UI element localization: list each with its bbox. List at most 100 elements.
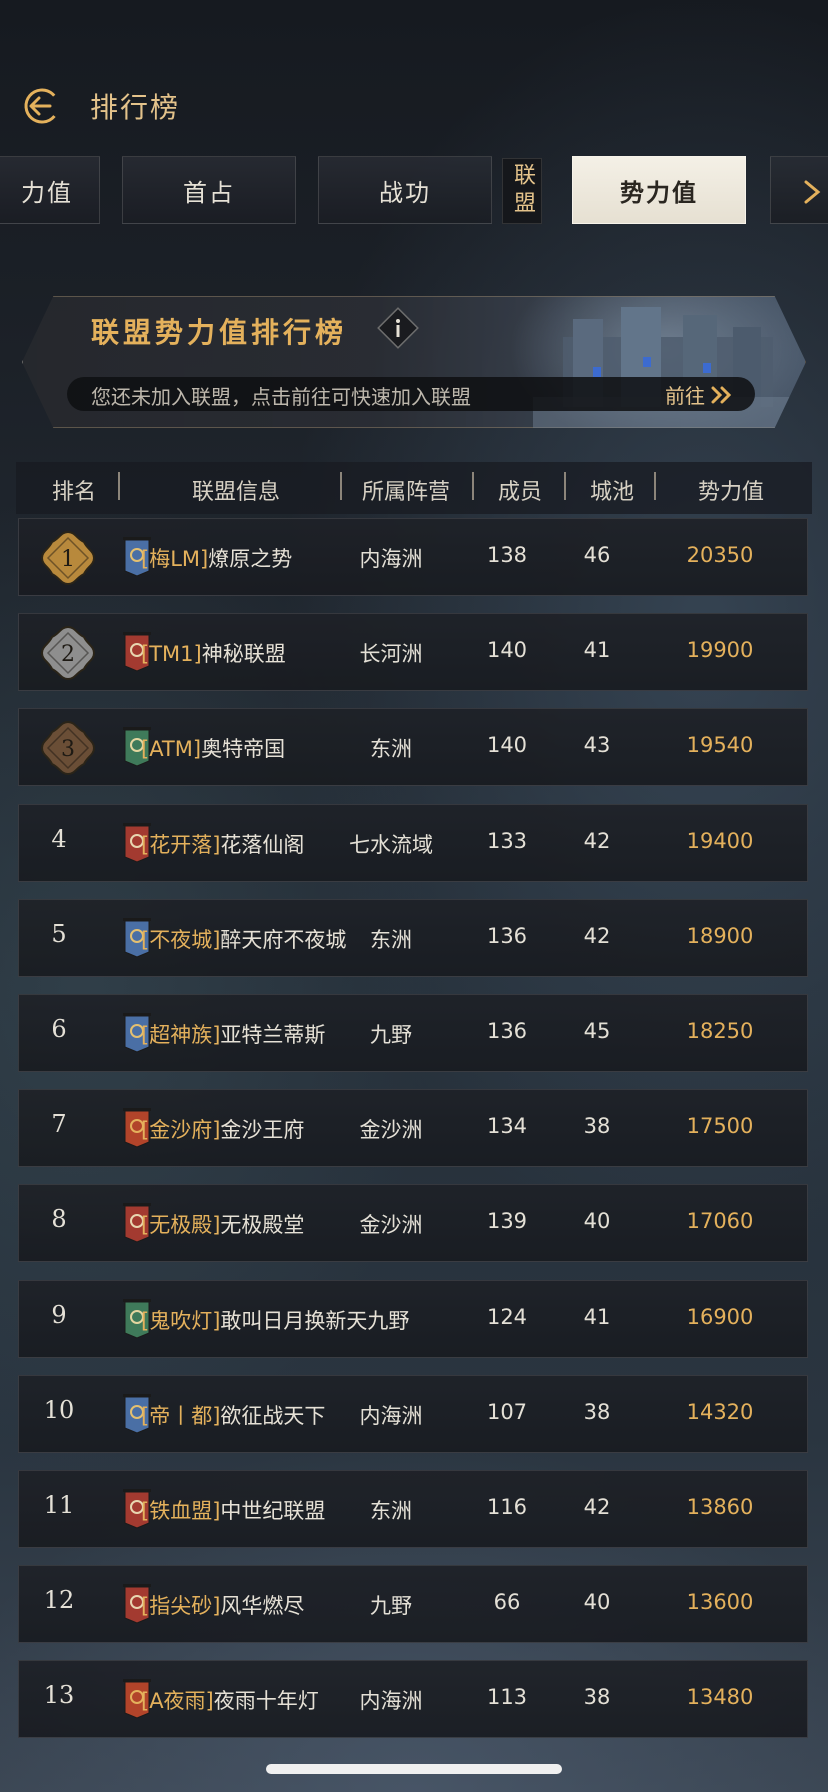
column-header-power: 势力值 <box>697 480 764 505</box>
alliance-tag: [梅LM] <box>141 547 209 571</box>
table-row[interactable]: 9 [鬼吹灯]敢叫日月换新天九野 124 41 16900 <box>18 1279 808 1358</box>
alliance-name: [ATM]奥特帝国 <box>141 733 285 763</box>
cities-cell: 45 <box>583 1019 611 1043</box>
alliance-name: [梅LM]燎原之势 <box>141 543 292 573</box>
alliance-title: 敢叫日月换新天九野 <box>220 1308 410 1333</box>
alliance-tag: [铁血盟] <box>141 1499 221 1523</box>
members-cell: 113 <box>486 1685 528 1710</box>
table-row[interactable]: 3 [ATM]奥特帝国 东洲 140 43 19540 <box>18 708 808 787</box>
alliance-title: 醉天府不夜城 <box>220 927 347 952</box>
power-cell: 18900 <box>686 923 754 948</box>
tab-power[interactable]: 势力值 <box>572 156 746 224</box>
column-divider <box>564 472 566 500</box>
column-header-rank: 排名 <box>51 480 96 505</box>
rank-number: 7 <box>51 1110 67 1139</box>
camp-cell: 内海洲 <box>359 1689 423 1714</box>
alliance-title: 夜雨十年灯 <box>213 1689 319 1714</box>
alliance-name: [无极殿]无极殿堂 <box>141 1209 304 1239</box>
rank-number: 12 <box>43 1586 75 1615</box>
rank-number: 13 <box>43 1681 75 1710</box>
goto-button[interactable]: 前往 <box>665 380 735 409</box>
cities-cell: 40 <box>583 1209 611 1234</box>
rank-number: 11 <box>43 1491 75 1519</box>
tab-label: 力值 <box>21 178 73 207</box>
column-divider <box>654 472 656 500</box>
tab-alliance-group[interactable]: 联盟 <box>502 158 542 224</box>
table-row[interactable]: 13 [A夜雨]夜雨十年灯 内海洲 113 38 13480 <box>18 1660 808 1739</box>
camp-cell: 七水流域 <box>349 832 433 857</box>
table-row[interactable]: 7 [金沙府]金沙王府 金沙洲 134 38 17500 <box>18 1089 808 1168</box>
power-cell: 20350 <box>686 543 754 567</box>
rank-number: 3 <box>61 737 75 762</box>
members-cell: 66 <box>493 1590 521 1615</box>
tab-label: 联盟 <box>510 163 535 219</box>
table-row[interactable]: 6 [超神族]亚特兰蒂斯 九野 136 45 18250 <box>18 994 808 1072</box>
cities-cell: 42 <box>583 828 611 853</box>
rank-badge-icon: 1 <box>40 530 96 586</box>
table-row[interactable]: 4 [花开落]花落仙阁 七水流域 133 42 19400 <box>18 803 808 882</box>
cities-cell: 41 <box>583 1304 611 1329</box>
alliance-tag: [不夜城] <box>141 927 221 952</box>
column-header-cities: 城池 <box>589 480 634 505</box>
table-row[interactable]: 1 [梅LM]燎原之势 内海洲 138 46 20350 <box>18 518 808 596</box>
back-button[interactable] <box>20 84 64 128</box>
camp-cell: 内海洲 <box>359 547 423 571</box>
rank-number: 9 <box>51 1300 67 1329</box>
camp-cell: 东洲 <box>370 927 412 952</box>
members-cell: 134 <box>486 1114 528 1139</box>
members-cell: 136 <box>486 1019 528 1043</box>
join-notice-text: 您还未加入联盟，点击前往可快速加入联盟 <box>91 385 471 409</box>
alliance-name: [超神族]亚特兰蒂斯 <box>141 1019 325 1049</box>
rank-badge-icon: 2 <box>40 626 96 681</box>
members-cell: 139 <box>486 1209 528 1234</box>
cities-cell: 38 <box>583 1399 611 1424</box>
table-row[interactable]: 8 [无极殿]无极殿堂 金沙洲 139 40 17060 <box>18 1184 808 1263</box>
cities-cell: 42 <box>583 923 611 948</box>
cities-cell: 43 <box>583 733 611 758</box>
rank-number: 5 <box>51 919 67 948</box>
power-cell: 13480 <box>686 1685 754 1710</box>
alliance-tag: [ATM] <box>141 737 202 762</box>
table-row[interactable]: 11 [铁血盟]中世纪联盟 东洲 116 42 13860 <box>18 1470 808 1548</box>
double-chevron-right-icon <box>711 386 732 403</box>
banner-title: 联盟势力值排行榜 <box>91 316 348 349</box>
rank-number: 8 <box>51 1205 67 1234</box>
join-notice-bar: 您还未加入联盟，点击前往可快速加入联盟 前往 <box>67 377 755 411</box>
power-cell: 16900 <box>686 1304 754 1329</box>
column-divider <box>118 472 120 500</box>
alliance-name: [A夜雨]夜雨十年灯 <box>141 1685 319 1715</box>
camp-cell: 内海洲 <box>359 1403 423 1428</box>
members-cell: 140 <box>486 638 528 663</box>
power-cell: 17500 <box>686 1114 754 1139</box>
alliance-name: [铁血盟]中世纪联盟 <box>141 1495 325 1525</box>
page-title: 排行榜 <box>90 91 181 124</box>
rank-number: 2 <box>61 642 75 667</box>
alliance-title: 奥特帝国 <box>201 737 286 762</box>
table-row[interactable]: 2 [TM1]神秘联盟 长河洲 140 41 19900 <box>18 613 808 692</box>
header: 排行榜 <box>0 78 828 134</box>
camp-cell: 金沙洲 <box>359 1213 423 1238</box>
alliance-tag: [花开落] <box>141 832 221 857</box>
chevron-right-icon[interactable] <box>798 174 828 210</box>
alliance-name: [指尖砂]风华燃尽 <box>141 1590 304 1620</box>
table-row[interactable]: 12 [指尖砂]风华燃尽 九野 66 40 13600 <box>18 1565 808 1644</box>
members-cell: 124 <box>486 1304 528 1329</box>
tab-merit[interactable]: 战功 <box>318 156 492 224</box>
alliance-title: 中世纪联盟 <box>220 1499 326 1523</box>
camp-cell: 九野 <box>370 1023 412 1047</box>
rank-number: 1 <box>61 547 75 572</box>
alliance-name: [不夜城]醉天府不夜城 <box>141 924 346 954</box>
tab-partial-left[interactable]: 力值 <box>0 156 100 224</box>
info-icon[interactable] <box>375 305 421 351</box>
members-cell: 107 <box>486 1399 528 1424</box>
cities-cell: 38 <box>583 1114 611 1139</box>
cities-cell: 46 <box>583 543 611 567</box>
members-cell: 136 <box>486 923 528 948</box>
table-row[interactable]: 5 [不夜城]醉天府不夜城 东洲 136 42 18900 <box>18 898 808 977</box>
alliance-title: 亚特兰蒂斯 <box>220 1023 326 1047</box>
tab-bar: 力值 首占 战功 联盟 势力值 <box>0 152 828 232</box>
tab-first-capture[interactable]: 首占 <box>122 156 296 224</box>
back-arrow-icon <box>24 88 60 124</box>
power-cell: 18250 <box>686 1019 754 1043</box>
table-row[interactable]: 10 [帝丨都]欲征战天下 内海洲 107 38 14320 <box>18 1374 808 1453</box>
